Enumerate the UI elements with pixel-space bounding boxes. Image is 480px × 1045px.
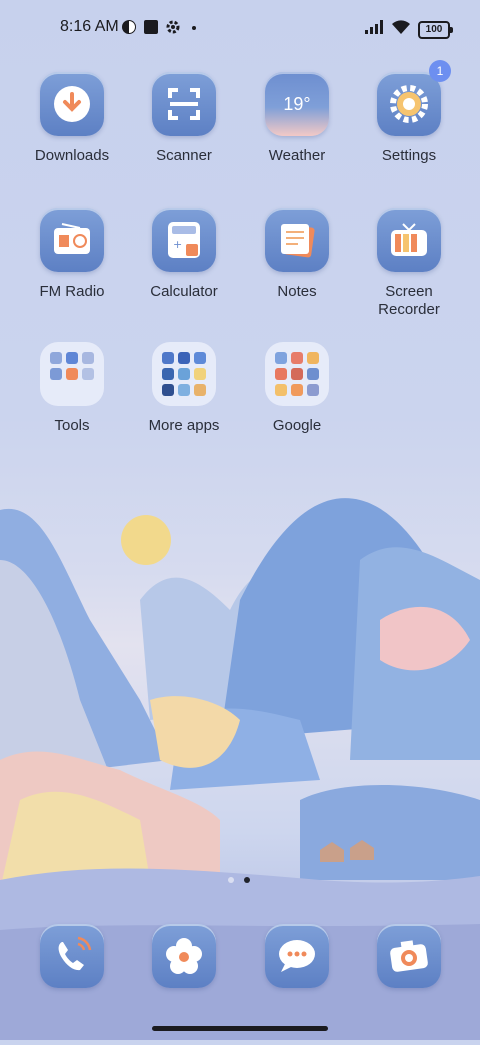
mini-app-icon <box>178 352 190 364</box>
mini-app-icon <box>178 368 190 380</box>
radio-icon <box>54 223 90 254</box>
app-notes[interactable]: Notes <box>242 208 352 301</box>
camera-tile[interactable] <box>377 924 441 988</box>
mini-app-icon <box>50 352 62 364</box>
dock-camera[interactable] <box>354 924 464 988</box>
folder-label: Tools <box>54 417 90 434</box>
phone-icon <box>58 936 92 971</box>
app-label: Weather <box>268 147 326 164</box>
mini-app-icon <box>194 384 206 396</box>
dock-phone[interactable] <box>17 924 127 988</box>
status-bar: 8:16 AM 100 <box>0 0 480 56</box>
notes-tile[interactable] <box>265 208 329 272</box>
signal-icon <box>365 20 383 34</box>
flower-icon <box>166 938 202 974</box>
mini-app-icon <box>275 368 287 380</box>
mini-app-icon <box>307 352 319 364</box>
calculator-tile[interactable]: + − <box>152 208 216 272</box>
messages-tile[interactable] <box>265 924 329 988</box>
camera-icon <box>390 940 428 972</box>
app-downloads[interactable]: Downloads <box>17 72 127 165</box>
mini-app-icon <box>291 352 303 364</box>
download-arrow-icon <box>54 86 90 122</box>
weather-tile[interactable]: 19° <box>265 72 329 136</box>
app-screen-recorder[interactable]: Screen Recorder <box>354 208 464 319</box>
folder-more-apps[interactable]: More apps <box>129 342 239 435</box>
wifi-icon <box>392 20 410 34</box>
notes-icon <box>281 224 315 258</box>
mini-app-icon <box>162 368 174 380</box>
settings-tile[interactable]: 1 <box>377 60 451 136</box>
battery-indicator: 100 <box>418 21 453 39</box>
mini-app-icon <box>275 384 287 396</box>
chat-bubble-icon <box>279 940 315 972</box>
app-label: Downloads <box>34 147 110 164</box>
folder-google[interactable]: Google <box>242 342 352 435</box>
page-dot <box>228 877 234 883</box>
downloads-tile[interactable] <box>40 72 104 136</box>
app-settings[interactable]: 1 Settings <box>354 60 464 165</box>
mini-app-icon <box>162 352 174 364</box>
mini-app-icon <box>66 352 78 364</box>
mini-app-icon <box>82 368 94 380</box>
fm-radio-tile[interactable] <box>40 208 104 272</box>
folder-label: Google <box>272 417 322 434</box>
gear-icon <box>390 85 428 123</box>
dock-messages[interactable] <box>242 924 352 988</box>
dot-icon <box>192 26 196 30</box>
app-label: Screen Recorder <box>378 283 440 318</box>
tools-folder-tile[interactable] <box>40 342 104 406</box>
settings-gear-icon <box>166 20 180 34</box>
screen-recorder-tile[interactable] <box>377 208 441 272</box>
app-label: FM Radio <box>39 283 105 300</box>
folder-label: More apps <box>148 417 220 434</box>
mini-app-icon <box>307 384 319 396</box>
media-icon <box>144 20 158 34</box>
mini-app-icon <box>82 352 94 364</box>
mini-app-icon <box>66 368 78 380</box>
app-label: Notes <box>277 283 317 300</box>
mini-app-icon <box>162 384 174 396</box>
app-weather[interactable]: 19° Weather <box>242 72 352 165</box>
google-folder-tile[interactable] <box>265 342 329 406</box>
mini-app-icon <box>50 368 62 380</box>
calculator-icon: + − <box>168 222 200 258</box>
app-label: Calculator <box>150 283 218 300</box>
notification-badge: 1 <box>429 60 451 82</box>
scanner-tile[interactable] <box>152 72 216 136</box>
mini-app-icon <box>291 368 303 380</box>
vpn-icon <box>122 20 136 34</box>
mini-app-icon <box>275 352 287 364</box>
mini-app-icon <box>291 384 303 396</box>
tv-icon <box>391 223 427 256</box>
more-apps-folder-tile[interactable] <box>152 342 216 406</box>
mini-app-icon <box>194 352 206 364</box>
scanner-icon <box>168 88 200 120</box>
folder-tools[interactable]: Tools <box>17 342 127 435</box>
mini-app-icon <box>194 368 206 380</box>
app-scanner[interactable]: Scanner <box>129 72 239 165</box>
mini-app-icon <box>307 368 319 380</box>
home-gesture-bar[interactable] <box>152 1026 328 1031</box>
dock-gallery[interactable] <box>129 924 239 988</box>
page-dot-active <box>244 877 250 883</box>
app-label: Settings <box>381 147 437 164</box>
app-label: Scanner <box>156 147 212 164</box>
phone-tile[interactable] <box>40 924 104 988</box>
gallery-tile[interactable] <box>152 924 216 988</box>
weather-temperature: 19° <box>283 94 311 114</box>
clock: 8:16 AM <box>60 18 119 35</box>
mini-app-icon <box>178 384 190 396</box>
app-calculator[interactable]: + − Calculator <box>129 208 239 301</box>
app-fm-radio[interactable]: FM Radio <box>17 208 127 301</box>
